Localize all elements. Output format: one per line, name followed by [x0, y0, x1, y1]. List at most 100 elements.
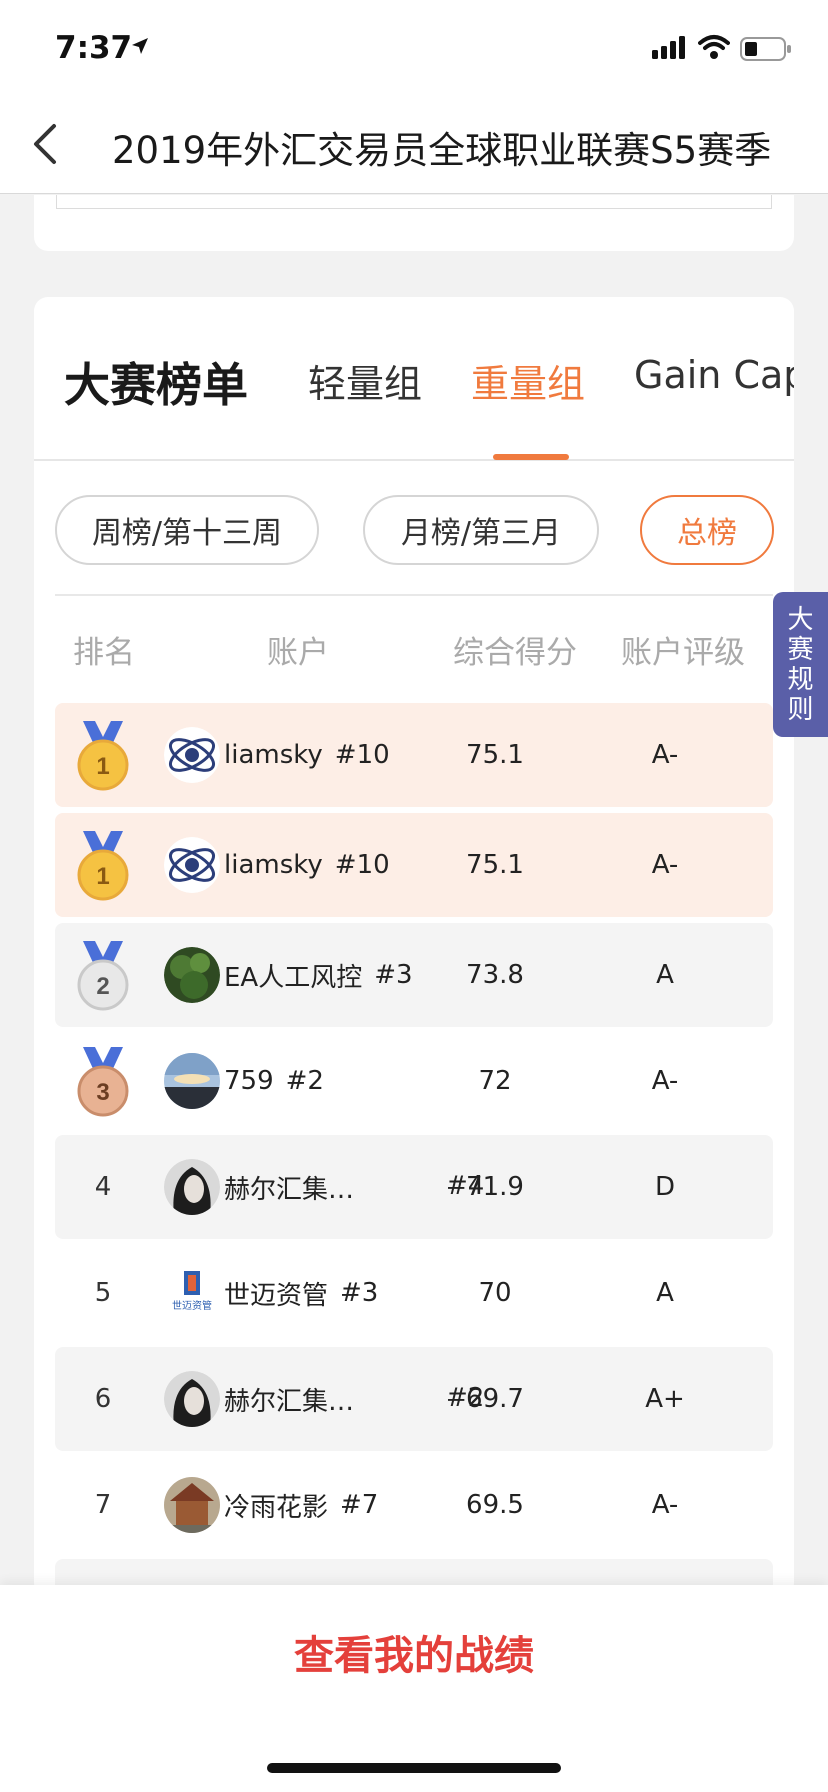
- rank-number: 6: [94, 1384, 112, 1414]
- account-id: #3: [340, 1278, 379, 1308]
- back-arrow-icon[interactable]: [30, 122, 62, 166]
- account-cell: 759 #2: [224, 1029, 324, 1133]
- score-cell: 70: [478, 1278, 512, 1308]
- rules-tab-char: 规: [787, 664, 814, 695]
- period-overall-button[interactable]: 总榜: [640, 495, 774, 565]
- score-cell: 73.8: [466, 960, 524, 990]
- account-cell: 赫尔汇集…: [224, 1347, 424, 1451]
- medal-rank: 1: [96, 863, 109, 890]
- table-header: 排名 账户 综合得分 账户评级: [55, 627, 773, 677]
- score-cell: 69.5: [466, 1490, 524, 1520]
- account-id: #7: [340, 1490, 379, 1520]
- score-cell: 75.1: [466, 740, 524, 770]
- rules-tab-char: 大: [787, 604, 814, 635]
- grade-cell: A-: [651, 850, 679, 880]
- grade-cell: A: [656, 1278, 674, 1308]
- home-indicator: [267, 1763, 561, 1773]
- status-time: 7:37: [55, 30, 133, 66]
- table-row[interactable]: 2 EA人工风控 #3 73.8 A: [55, 923, 773, 1027]
- table-row[interactable]: 3 759 #2 72 A-: [55, 1029, 773, 1133]
- grade-cell: A: [656, 960, 674, 990]
- period-monthly-button[interactable]: 月榜/第三月: [363, 495, 599, 565]
- account-id: #10: [334, 740, 390, 770]
- account-name: 赫尔汇集…: [224, 1174, 355, 1205]
- previous-card: [34, 195, 794, 251]
- column-account: 账户: [267, 635, 329, 671]
- bronze-medal-icon: 3: [77, 1047, 129, 1117]
- grade-cell: A-: [651, 1066, 679, 1096]
- liamsky-avatar: [164, 837, 220, 893]
- table-row[interactable]: 1 liamsky #10 75.1 A-: [55, 703, 773, 807]
- account-cell: liamsky #10: [224, 813, 390, 917]
- nav-bar: 2019年外汇交易员全球职业联赛S5赛季: [0, 92, 828, 194]
- account-id: #2: [285, 1066, 324, 1096]
- grade-cell: A+: [645, 1384, 685, 1414]
- rank-number: 7: [94, 1490, 112, 1520]
- grade-cell: A-: [651, 1490, 679, 1520]
- account-cell: 世迈资管 #3: [224, 1241, 378, 1345]
- rules-tab-char: 则: [787, 694, 814, 725]
- status-bar: 7:37: [0, 0, 828, 92]
- table-row[interactable]: 6 赫尔汇集… #2 69.7 A+: [55, 1347, 773, 1451]
- logo-text: 世迈资管: [172, 1299, 212, 1312]
- battery-icon: [740, 37, 791, 61]
- rules-tab-char: 赛: [787, 634, 814, 665]
- shimai-logo: 世迈资管: [164, 1265, 220, 1321]
- liamsky-avatar: [164, 727, 220, 783]
- table-row[interactable]: 7 冷雨花影 #7 69.5 A-: [55, 1453, 773, 1557]
- column-grade: 账户评级: [621, 635, 745, 671]
- medal-rank: 1: [96, 753, 109, 780]
- table-row[interactable]: 4 赫尔汇集… #4 71.9 D: [55, 1135, 773, 1239]
- account-name: 冷雨花影: [224, 1492, 329, 1523]
- active-tab-indicator: [493, 454, 569, 460]
- account-name: 赫尔汇集…: [224, 1386, 355, 1417]
- divider: [55, 594, 773, 596]
- rank-number: 4: [94, 1172, 112, 1202]
- account-id: #10: [334, 850, 390, 880]
- account-name: 世迈资管: [224, 1280, 329, 1311]
- leaderboard-card: 大赛榜单 轻量组 重量组 Gain Cap 周榜/第十三周 月榜/第三月 总榜 …: [34, 297, 794, 1597]
- account-id: #3: [374, 960, 413, 990]
- account-name: EA人工风控: [224, 962, 363, 993]
- account-cell: 冷雨花影 #7: [224, 1453, 378, 1557]
- tab-heavy-group[interactable]: 重量组: [471, 353, 585, 408]
- table-row[interactable]: 5 世迈资管 世迈资管 #3 70 A: [55, 1241, 773, 1345]
- wifi-icon: [698, 35, 730, 59]
- rank-number: 5: [94, 1278, 112, 1308]
- period-weekly-button[interactable]: 周榜/第十三周: [55, 495, 319, 565]
- portrait-avatar: [164, 1159, 220, 1215]
- tree-avatar: [164, 947, 220, 1003]
- account-cell: EA人工风控 #3: [224, 923, 413, 1027]
- medal-rank: 3: [96, 1079, 109, 1106]
- location-arrow-icon: [132, 38, 148, 54]
- page-title: 2019年外汇交易员全球职业联赛S5赛季: [112, 129, 772, 172]
- contest-rules-tab[interactable]: 大 赛 规 则: [773, 592, 828, 737]
- group-tabs: 大赛榜单 轻量组 重量组 Gain Cap: [34, 297, 794, 461]
- silver-medal-icon: 2: [77, 941, 129, 1011]
- temple-avatar: [164, 1477, 220, 1533]
- gold-medal-icon: 1: [77, 831, 129, 901]
- table-row[interactable]: 1 liamsky #10 75.1 A-: [55, 813, 773, 917]
- board-title: 大赛榜单: [64, 358, 248, 412]
- account-name: 759: [224, 1066, 274, 1096]
- score-cell: 75.1: [466, 850, 524, 880]
- tab-gain-cap[interactable]: Gain Cap: [634, 353, 794, 397]
- column-score: 综合得分: [453, 635, 577, 671]
- bottom-action-bar: 查看我的战绩: [0, 1585, 828, 1792]
- account-name: liamsky: [224, 850, 323, 880]
- account-cell: liamsky #10: [224, 703, 390, 807]
- grade-cell: A-: [651, 740, 679, 770]
- tab-light-group[interactable]: 轻量组: [308, 353, 422, 408]
- sunset-avatar: [164, 1053, 220, 1109]
- gold-medal-icon: 1: [77, 721, 129, 791]
- column-rank: 排名: [73, 635, 135, 671]
- cellular-signal-icon: [652, 36, 685, 59]
- medal-rank: 2: [96, 973, 109, 1000]
- score-cell: 72: [478, 1066, 512, 1096]
- account-name: liamsky: [224, 740, 323, 770]
- view-my-record-button[interactable]: 查看我的战绩: [0, 1623, 828, 1681]
- account-cell: 赫尔汇集…: [224, 1135, 424, 1239]
- score-cell: 69.7: [466, 1384, 524, 1414]
- previous-card-box: [56, 195, 772, 209]
- portrait-avatar: [164, 1371, 220, 1427]
